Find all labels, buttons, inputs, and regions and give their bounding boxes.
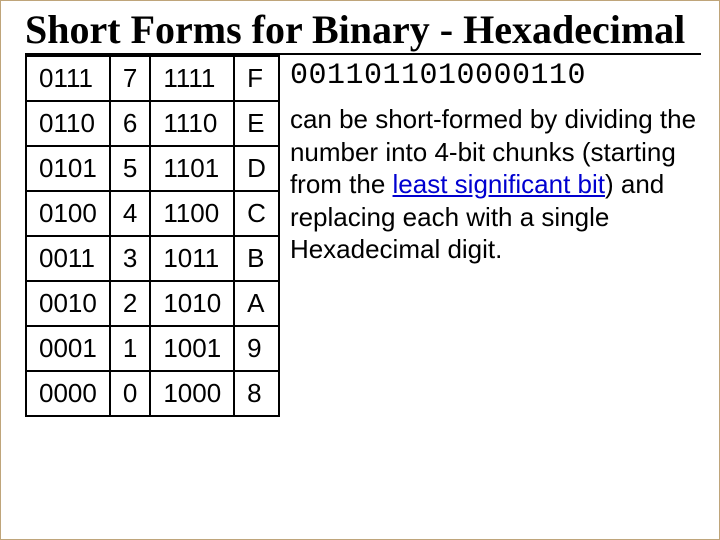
table-cell: 7 bbox=[110, 56, 150, 101]
binary-example: 0011011010000110 bbox=[290, 59, 701, 93]
table-cell: 1101 bbox=[150, 146, 234, 191]
table-cell: 1011 bbox=[150, 236, 234, 281]
table-row: 0000010008 bbox=[26, 371, 279, 416]
content-row: 011171111F011061110E010151101D010041100C… bbox=[25, 55, 701, 417]
table-row: 010041100C bbox=[26, 191, 279, 236]
table-cell: E bbox=[234, 101, 279, 146]
table-cell: F bbox=[234, 56, 279, 101]
table-cell: 6 bbox=[110, 101, 150, 146]
table-cell: 1010 bbox=[150, 281, 234, 326]
table-row: 011171111F bbox=[26, 56, 279, 101]
table-cell: 5 bbox=[110, 146, 150, 191]
table-cell: 0000 bbox=[26, 371, 110, 416]
table-cell: 0110 bbox=[26, 101, 110, 146]
table-cell: 9 bbox=[234, 326, 279, 371]
table-row: 010151101D bbox=[26, 146, 279, 191]
table-cell: 0101 bbox=[26, 146, 110, 191]
slide: Short Forms for Binary - Hexadecimal 011… bbox=[0, 0, 720, 540]
table-cell: 0011 bbox=[26, 236, 110, 281]
table-cell: 1111 bbox=[150, 56, 234, 101]
table-cell: D bbox=[234, 146, 279, 191]
table-cell: 1000 bbox=[150, 371, 234, 416]
table-cell: 0111 bbox=[26, 56, 110, 101]
table-cell: C bbox=[234, 191, 279, 236]
binary-hex-table: 011171111F011061110E010151101D010041100C… bbox=[25, 55, 280, 417]
description-paragraph: can be short-formed by dividing the numb… bbox=[290, 103, 701, 266]
table-cell: 8 bbox=[234, 371, 279, 416]
table-cell: A bbox=[234, 281, 279, 326]
table-cell: 0 bbox=[110, 371, 150, 416]
table-cell: 4 bbox=[110, 191, 150, 236]
least-significant-bit-link[interactable]: least significant bit bbox=[393, 169, 605, 199]
table-cell: 0010 bbox=[26, 281, 110, 326]
table-cell: 3 bbox=[110, 236, 150, 281]
table-cell: B bbox=[234, 236, 279, 281]
table-row: 001021010A bbox=[26, 281, 279, 326]
table-cell: 1110 bbox=[150, 101, 234, 146]
table-cell: 2 bbox=[110, 281, 150, 326]
table-row: 001131011B bbox=[26, 236, 279, 281]
description-column: 0011011010000110 can be short-formed by … bbox=[290, 55, 701, 266]
table-row: 0001110019 bbox=[26, 326, 279, 371]
table-row: 011061110E bbox=[26, 101, 279, 146]
table-cell: 0100 bbox=[26, 191, 110, 236]
page-title: Short Forms for Binary - Hexadecimal bbox=[25, 9, 701, 55]
table-body: 011171111F011061110E010151101D010041100C… bbox=[26, 56, 279, 416]
table-cell: 0001 bbox=[26, 326, 110, 371]
table-cell: 1 bbox=[110, 326, 150, 371]
table-cell: 1001 bbox=[150, 326, 234, 371]
table-cell: 1100 bbox=[150, 191, 234, 236]
